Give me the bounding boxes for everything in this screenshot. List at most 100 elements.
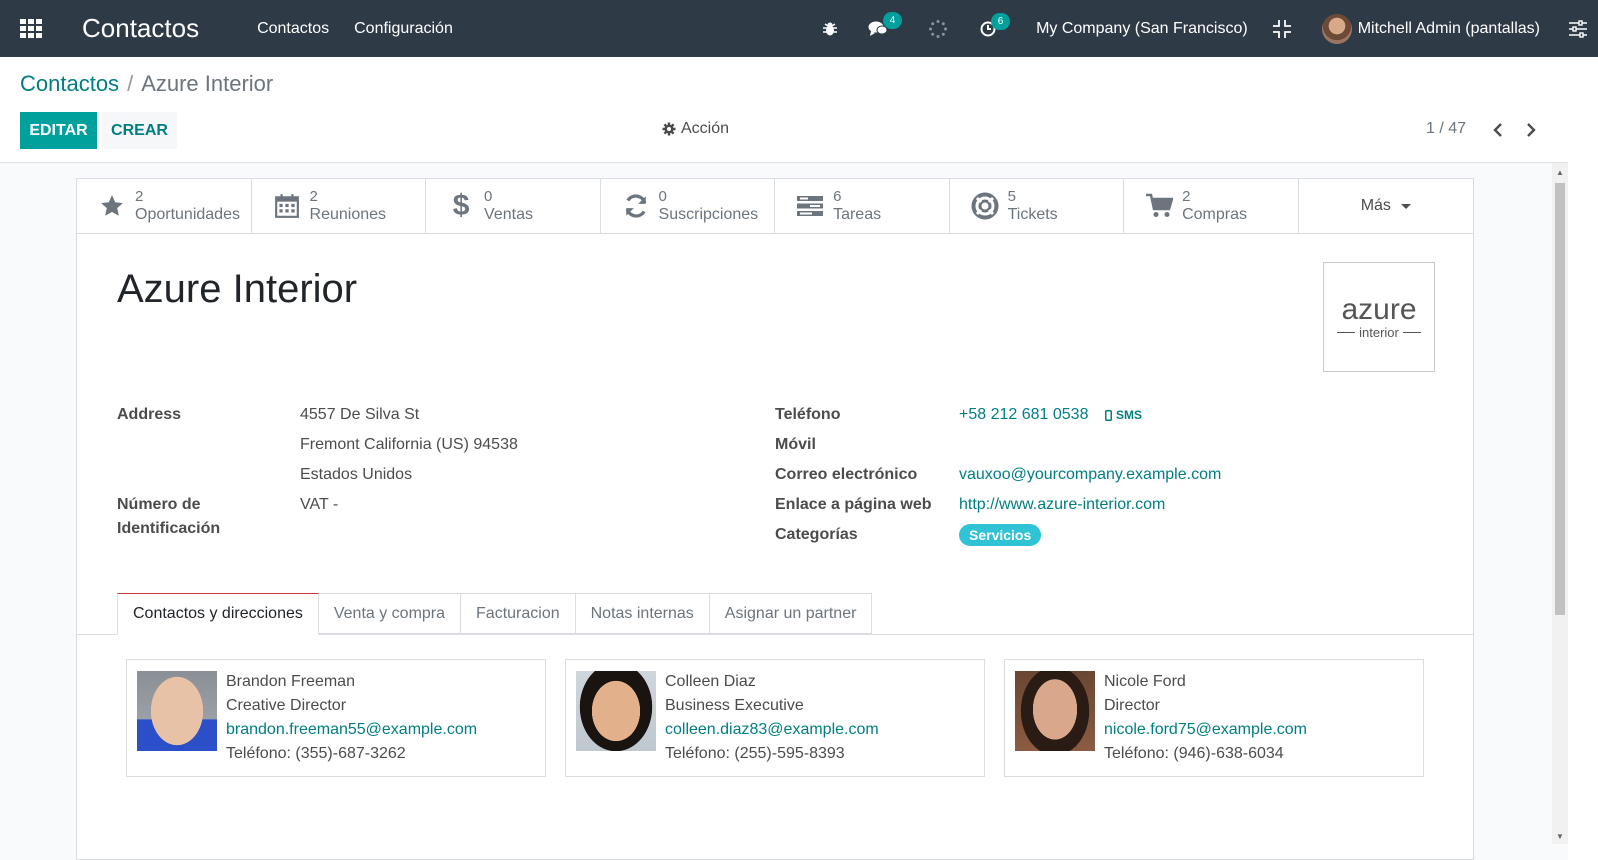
activities-badge: 6 — [991, 12, 1011, 30]
smart-button-label: Oportunidades — [135, 206, 240, 223]
bug-icon[interactable] — [822, 21, 838, 37]
refresh-icon — [621, 191, 651, 221]
messages-icon[interactable]: 4 — [868, 11, 903, 38]
menu-item-configuracion[interactable]: Configuración — [354, 20, 453, 38]
gear-icon — [662, 122, 676, 136]
user-menu[interactable]: Mitchell Admin (pantallas) — [1358, 20, 1540, 38]
contact-photo — [576, 671, 656, 751]
messages-badge: 4 — [883, 11, 903, 29]
contact-card[interactable]: Brandon Freeman Creative Director brando… — [126, 659, 546, 777]
apps-menu-icon[interactable] — [20, 18, 44, 39]
sms-label: SMS — [1116, 408, 1143, 422]
more-button[interactable]: Más — [1299, 179, 1473, 233]
edit-button[interactable]: EDITAR — [20, 112, 97, 149]
tab-venta-compra[interactable]: Venta y compra — [318, 593, 462, 634]
menu-item-contactos[interactable]: Contactos — [257, 20, 329, 38]
vat-label-line1: Número de — [117, 496, 201, 513]
smart-button-count: 6 — [833, 188, 842, 205]
smart-button-label: Tareas — [833, 206, 882, 223]
contact-card[interactable]: Nicole Ford Director nicole.ford75@examp… — [1004, 659, 1424, 777]
user-avatar[interactable] — [1321, 13, 1352, 44]
smart-button-count: 5 — [1007, 188, 1016, 205]
tab-facturacion[interactable]: Facturacion — [461, 593, 576, 634]
scrollbar-thumb[interactable] — [1555, 183, 1565, 615]
contact-name: Nicole Ford — [1104, 673, 1186, 690]
phone-label: Teléfono — [775, 406, 841, 423]
contact-email[interactable]: nicole.ford75@example.com — [1104, 718, 1307, 742]
star-icon — [97, 191, 127, 221]
email-link[interactable]: vauxoo@yourcompany.example.com — [959, 466, 1221, 484]
smart-button-count: 2 — [1182, 188, 1191, 205]
contact-phone: Teléfono: (255)-595-8393 — [665, 745, 845, 762]
breadcrumb-separator: / — [127, 71, 134, 96]
activities-clock-icon[interactable]: 6 — [980, 12, 1011, 37]
smart-button-compras[interactable]: 2 Compras — [1124, 179, 1299, 233]
pager-next-icon[interactable] — [1523, 120, 1539, 140]
address-country: Estados Unidos — [300, 466, 413, 483]
dollar-icon: $ — [452, 189, 470, 222]
smart-button-suscripciones[interactable]: 0 Suscripciones — [601, 179, 776, 233]
scroll-down-arrow-icon[interactable]: ▼ — [1556, 832, 1564, 841]
smart-button-oportunidades[interactable]: 2 Oportunidades — [77, 179, 252, 233]
contact-name: Colleen Diaz — [665, 673, 756, 690]
tab-asignar-partner[interactable]: Asignar un partner — [709, 593, 873, 634]
loading-spinner-icon — [928, 19, 948, 39]
tasks-icon — [795, 191, 825, 221]
scroll-up-arrow-icon[interactable]: ▲ — [1556, 168, 1564, 177]
settings-sliders-icon[interactable] — [1568, 19, 1588, 38]
phone-link[interactable]: +58 212 681 0538 — [959, 406, 1088, 424]
contact-job-title: Business Executive — [665, 697, 804, 714]
categories-label: Categorías — [775, 526, 858, 543]
contact-job-title: Director — [1104, 697, 1161, 714]
smart-button-count: 0 — [658, 188, 667, 205]
compress-icon[interactable] — [1272, 19, 1292, 39]
lifebuoy-icon — [970, 191, 1000, 221]
smart-button-count: 0 — [484, 188, 493, 205]
company-switcher[interactable]: My Company (San Francisco) — [1036, 20, 1248, 38]
caret-down-icon — [1400, 203, 1411, 209]
smart-button-label: Tickets — [1007, 206, 1058, 223]
website-link[interactable]: http://www.azure-interior.com — [959, 496, 1165, 514]
smart-button-tickets[interactable]: 5 Tickets — [950, 179, 1125, 233]
action-dropdown[interactable]: Acción — [662, 120, 729, 138]
contact-email[interactable]: colleen.diaz83@example.com — [665, 718, 879, 742]
contact-photo — [137, 671, 217, 751]
smart-button-box: 2 Oportunidades 2 Reuniones $ 0 Ventas 0 Sus… — [77, 179, 1473, 234]
smart-button-ventas[interactable]: $ 0 Ventas — [426, 179, 601, 233]
app-title[interactable]: Contactos — [82, 13, 199, 44]
partner-logo: azure interior — [1323, 262, 1435, 372]
vat-label-line2: Identificación — [117, 520, 221, 537]
notebook-tabs: Contactos y direcciones Venta y compra F… — [117, 593, 873, 635]
email-label: Correo electrónico — [775, 466, 918, 483]
action-label: Acción — [681, 120, 730, 137]
contact-email[interactable]: brandon.freeman55@example.com — [226, 718, 477, 742]
pager-value[interactable]: 1 / 47 — [1426, 120, 1466, 138]
form-sheet: 2 Oportunidades 2 Reuniones $ 0 Ventas 0 Sus… — [76, 178, 1474, 860]
logo-sub-text: interior — [1333, 325, 1425, 340]
tab-contactos-direcciones[interactable]: Contactos y direcciones — [117, 593, 319, 635]
smart-button-label: Ventas — [484, 206, 533, 223]
contact-card[interactable]: Colleen Diaz Business Executive colleen.… — [565, 659, 985, 777]
contact-job-title: Creative Director — [226, 697, 347, 714]
category-tag: Servicios — [959, 524, 1042, 546]
breadcrumb: Contactos / Azure Interior — [20, 71, 273, 97]
create-button[interactable]: CREAR — [102, 112, 177, 149]
smart-button-tareas[interactable]: 6 Tareas — [775, 179, 950, 233]
contact-photo — [1015, 671, 1095, 751]
top-menu: Contactos Configuración — [257, 20, 478, 38]
pager-previous-icon[interactable] — [1490, 120, 1506, 140]
partner-name: Azure Interior — [117, 267, 358, 311]
contact-phone: Teléfono: (946)-638-6034 — [1104, 745, 1284, 762]
smart-button-count: 2 — [309, 188, 318, 205]
contact-phone: Teléfono: (355)-687-3262 — [226, 745, 406, 762]
tab-notas-internas[interactable]: Notas internas — [575, 593, 710, 634]
smart-button-reuniones[interactable]: 2 Reuniones — [252, 179, 427, 233]
sms-button[interactable]: SMS — [1105, 408, 1142, 422]
mobile-label: Móvil — [775, 436, 816, 453]
vertical-scrollbar[interactable]: ▲ ▼ — [1552, 163, 1568, 844]
breadcrumb-parent-link[interactable]: Contactos — [20, 71, 119, 96]
breadcrumb-current: Azure Interior — [141, 71, 274, 96]
logo-main-text: azure — [1341, 292, 1417, 326]
smart-button-count: 2 — [135, 188, 144, 205]
top-navbar: Contactos Contactos Configuración 4 6 My… — [0, 0, 1598, 57]
